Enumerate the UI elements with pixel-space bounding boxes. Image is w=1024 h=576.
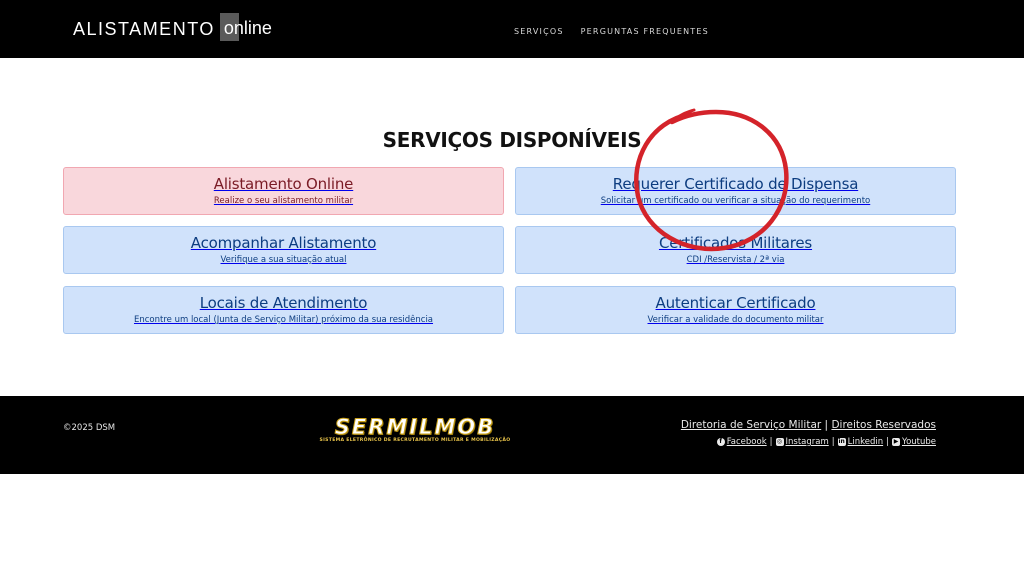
- card-subtitle: CDI /Reservista / 2ª via: [686, 255, 785, 265]
- top-navbar: ALISTAMENTO online SERVIÇOS PERGUNTAS FR…: [0, 0, 1024, 58]
- instagram-icon: ◎: [775, 438, 784, 446]
- card-alistamento-online[interactable]: Alistamento Online Realize o seu alistam…: [63, 167, 504, 215]
- brand-logo[interactable]: ALISTAMENTO online: [73, 13, 272, 44]
- social-linkedin[interactable]: in Linkedin: [837, 437, 884, 447]
- social-separator: |: [831, 437, 835, 447]
- card-autenticar-certificado[interactable]: Autenticar Certificado Verificar a valid…: [515, 286, 956, 334]
- card-title: Certificados Militares: [658, 234, 813, 252]
- card-title: Autenticar Certificado: [655, 294, 816, 312]
- card-subtitle: Encontre um local (Junta de Serviço Mili…: [133, 315, 434, 325]
- social-label: Linkedin: [847, 437, 884, 447]
- social-label: Instagram: [785, 437, 829, 447]
- card-requerer-certificado[interactable]: Requerer Certificado de Dispensa Solicit…: [515, 167, 956, 215]
- link-diretoria[interactable]: Diretoria de Serviço Militar: [681, 419, 821, 431]
- brand-sub-text: online: [223, 18, 272, 38]
- logo-word: SERMILMOB: [334, 415, 496, 439]
- youtube-icon: ▶: [892, 438, 900, 446]
- logo-subtitle: SISTEMA ELETRÔNICO DE RECRUTAMENTO MILIT…: [319, 438, 511, 443]
- social-separator: |: [769, 437, 773, 447]
- link-direitos[interactable]: Direitos Reservados: [831, 419, 936, 431]
- nav-link-faq[interactable]: PERGUNTAS FREQUENTES: [581, 27, 709, 36]
- social-separator: |: [886, 437, 889, 447]
- card-certificados-militares[interactable]: Certificados Militares CDI /Reservista /…: [515, 226, 956, 274]
- social-label: Youtube: [902, 437, 936, 447]
- site-footer: ©2025 DSM SERMILMOB SISTEMA ELETRÔNICO D…: [0, 396, 1024, 474]
- card-subtitle: Verifique a sua situação atual: [220, 255, 347, 265]
- social-label: Facebook: [726, 437, 767, 447]
- social-youtube[interactable]: ▶ Youtube: [892, 437, 936, 447]
- card-subtitle: Verificar a validade do documento milita…: [647, 315, 824, 325]
- card-title: Requerer Certificado de Dispensa: [612, 175, 859, 193]
- footer-links: Diretoria de Serviço Militar | Direitos …: [681, 419, 936, 447]
- copyright-text: ©2025 DSM: [63, 423, 116, 433]
- card-subtitle: Realize o seu alistamento militar: [213, 196, 354, 206]
- card-title: Alistamento Online: [213, 175, 354, 193]
- card-title: Locais de Atendimento: [199, 294, 368, 312]
- brand-main-text: ALISTAMENTO: [73, 18, 215, 39]
- sermilmob-logo: SERMILMOB SISTEMA ELETRÔNICO DE RECRUTAM…: [296, 415, 534, 444]
- main-nav: SERVIÇOS PERGUNTAS FREQUENTES: [514, 27, 709, 36]
- card-locais-atendimento[interactable]: Locais de Atendimento Encontre um local …: [63, 286, 504, 334]
- social-facebook[interactable]: f Facebook: [716, 437, 767, 447]
- card-subtitle: Solicitar um certificado ou verificar a …: [600, 196, 871, 206]
- card-acompanhar-alistamento[interactable]: Acompanhar Alistamento Verifique a sua s…: [63, 226, 504, 274]
- social-links: f Facebook | ◎ Instagram | in Linkedin |…: [681, 437, 936, 447]
- card-title: Acompanhar Alistamento: [190, 234, 377, 252]
- social-instagram[interactable]: ◎ Instagram: [775, 437, 829, 447]
- linkedin-icon: in: [837, 438, 846, 446]
- page-title: SERVIÇOS DISPONÍVEIS: [382, 128, 642, 152]
- facebook-icon: f: [716, 438, 725, 446]
- nav-link-services[interactable]: SERVIÇOS: [514, 27, 564, 36]
- link-separator: |: [824, 419, 829, 431]
- brand-box: online: [219, 13, 272, 43]
